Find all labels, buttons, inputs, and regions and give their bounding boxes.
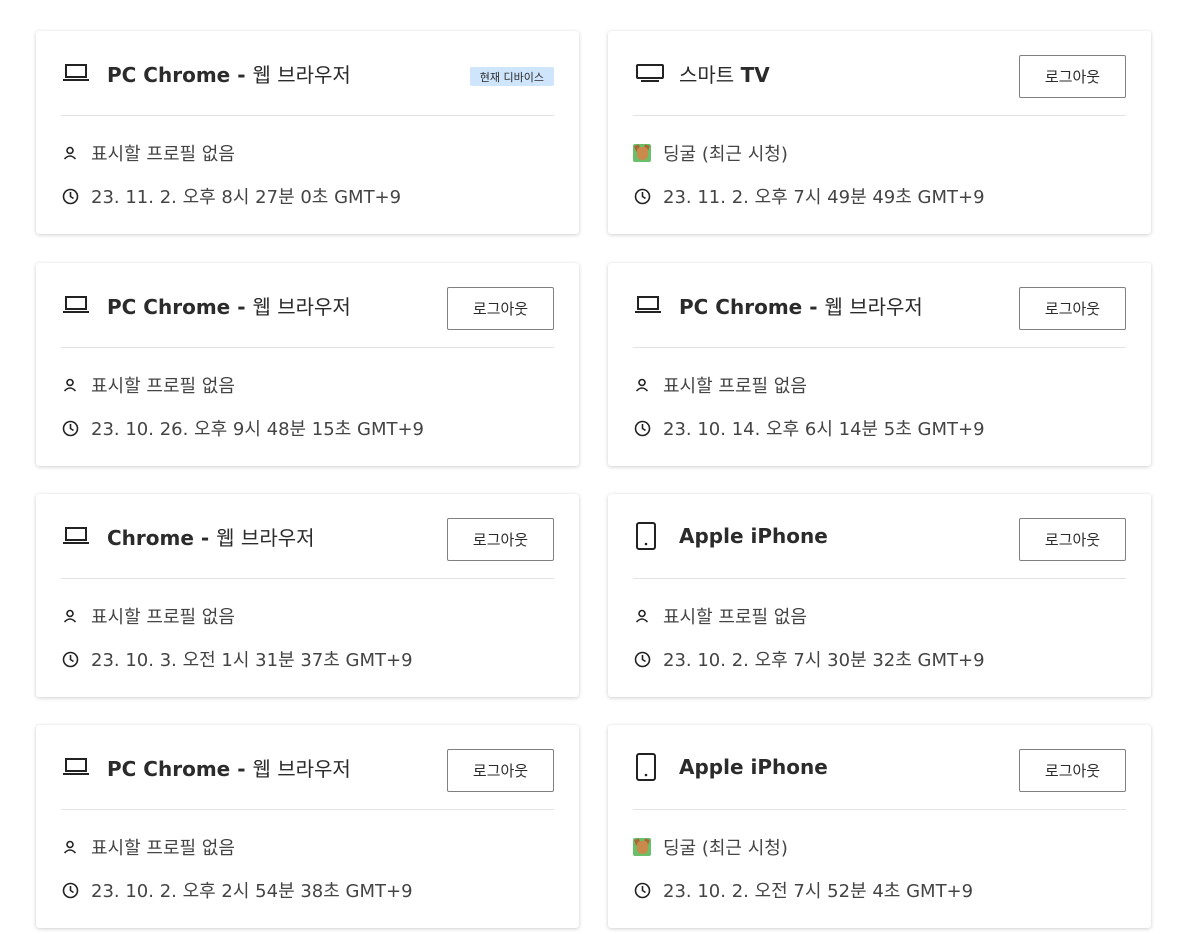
device-card: PC Chrome - 웹 브라우저 로그아웃 표시할 프로필 없음 23. 1…	[36, 725, 579, 928]
logout-button[interactable]: 로그아웃	[447, 749, 554, 792]
device-card-header: PC Chrome - 웹 브라우저 로그아웃	[633, 263, 1126, 348]
profile-row: 표시할 프로필 없음	[61, 603, 235, 629]
person-icon	[61, 838, 79, 856]
clock-icon	[633, 187, 651, 205]
profile-label: 딩굴 (최근 시청)	[663, 144, 788, 165]
current-device-badge: 현재 디바이스	[469, 67, 554, 86]
device-grid: PC Chrome - 웹 브라우저 현재 디바이스 표시할 프로필 없음 23…	[0, 0, 1179, 934]
device-card: Chrome - 웹 브라우저 로그아웃 표시할 프로필 없음 23. 10. …	[36, 494, 579, 697]
device-card: PC Chrome - 웹 브라우저 로그아웃 표시할 프로필 없음 23. 1…	[36, 263, 579, 466]
device-card: Apple iPhone 로그아웃 딩굴 (최근 시청) 23. 10. 2. …	[608, 725, 1151, 928]
device-title: Apple iPhone	[679, 524, 828, 548]
profile-row: 표시할 프로필 없음	[61, 372, 235, 398]
device-card-header: Apple iPhone 로그아웃	[633, 725, 1126, 810]
last-access-time: 23. 10. 2. 오후 2시 54분 38초 GMT+9	[91, 881, 413, 902]
device-title: PC Chrome - 웹 브라우저	[107, 294, 351, 319]
profile-row: 딩굴 (최근 시청)	[633, 140, 788, 166]
person-icon	[61, 607, 79, 625]
laptop-icon	[63, 58, 93, 88]
clock-icon	[61, 650, 79, 668]
clock-icon	[61, 187, 79, 205]
logout-button[interactable]: 로그아웃	[1019, 55, 1126, 98]
last-access-time: 23. 11. 2. 오후 8시 27분 0초 GMT+9	[91, 187, 402, 208]
logout-button[interactable]: 로그아웃	[447, 287, 554, 330]
device-card: PC Chrome - 웹 브라우저 현재 디바이스 표시할 프로필 없음 23…	[36, 31, 579, 234]
phone-icon	[635, 752, 665, 782]
device-card-header: PC Chrome - 웹 브라우저 로그아웃	[61, 725, 554, 810]
last-access-time: 23. 10. 2. 오전 7시 52분 4초 GMT+9	[663, 881, 974, 902]
phone-icon	[635, 521, 665, 551]
device-title: 스마트 TV	[679, 62, 770, 87]
profile-label: 표시할 프로필 없음	[663, 376, 807, 397]
clock-icon	[61, 881, 79, 899]
last-access-time: 23. 11. 2. 오후 7시 49분 49초 GMT+9	[663, 187, 985, 208]
device-card-header: PC Chrome - 웹 브라우저 로그아웃	[61, 263, 554, 348]
device-card-header: 스마트 TV 로그아웃	[633, 31, 1126, 116]
avatar-icon	[633, 144, 651, 162]
tv-icon	[635, 58, 665, 88]
time-row: 23. 10. 26. 오후 9시 48분 15초 GMT+9	[61, 415, 424, 441]
person-icon	[61, 376, 79, 394]
clock-icon	[61, 419, 79, 437]
clock-icon	[633, 419, 651, 437]
device-card: 스마트 TV 로그아웃 딩굴 (최근 시청) 23. 11. 2. 오후 7시 …	[608, 31, 1151, 234]
logout-button[interactable]: 로그아웃	[447, 518, 554, 561]
person-icon	[61, 144, 79, 162]
profile-row: 딩굴 (최근 시청)	[633, 834, 788, 860]
laptop-icon	[63, 290, 93, 320]
time-row: 23. 10. 2. 오전 7시 52분 4초 GMT+9	[633, 877, 973, 903]
profile-label: 표시할 프로필 없음	[91, 144, 235, 165]
device-title: PC Chrome - 웹 브라우저	[107, 756, 351, 781]
logout-button[interactable]: 로그아웃	[1019, 287, 1126, 330]
time-row: 23. 10. 14. 오후 6시 14분 5초 GMT+9	[633, 415, 985, 441]
last-access-time: 23. 10. 14. 오후 6시 14분 5초 GMT+9	[663, 419, 985, 440]
last-access-time: 23. 10. 3. 오전 1시 31분 37초 GMT+9	[91, 650, 413, 671]
time-row: 23. 11. 2. 오후 8시 27분 0초 GMT+9	[61, 183, 401, 209]
clock-icon	[633, 650, 651, 668]
logout-button[interactable]: 로그아웃	[1019, 518, 1126, 561]
profile-row: 표시할 프로필 없음	[633, 603, 807, 629]
profile-row: 표시할 프로필 없음	[633, 372, 807, 398]
device-card: Apple iPhone 로그아웃 표시할 프로필 없음 23. 10. 2. …	[608, 494, 1151, 697]
time-row: 23. 10. 2. 오후 7시 30분 32초 GMT+9	[633, 646, 985, 672]
profile-row: 표시할 프로필 없음	[61, 140, 235, 166]
clock-icon	[633, 881, 651, 899]
profile-row: 표시할 프로필 없음	[61, 834, 235, 860]
device-card: PC Chrome - 웹 브라우저 로그아웃 표시할 프로필 없음 23. 1…	[608, 263, 1151, 466]
device-card-header: Apple iPhone 로그아웃	[633, 494, 1126, 579]
device-card-header: Chrome - 웹 브라우저 로그아웃	[61, 494, 554, 579]
time-row: 23. 10. 2. 오후 2시 54분 38초 GMT+9	[61, 877, 413, 903]
device-title: Chrome - 웹 브라우저	[107, 525, 315, 550]
person-icon	[633, 376, 651, 394]
avatar-icon	[633, 838, 651, 856]
laptop-icon	[63, 521, 93, 551]
profile-label: 표시할 프로필 없음	[91, 607, 235, 628]
laptop-icon	[63, 752, 93, 782]
time-row: 23. 11. 2. 오후 7시 49분 49초 GMT+9	[633, 183, 985, 209]
laptop-icon	[635, 290, 665, 320]
device-title: Apple iPhone	[679, 755, 828, 779]
last-access-time: 23. 10. 26. 오후 9시 48분 15초 GMT+9	[91, 419, 424, 440]
profile-label: 표시할 프로필 없음	[663, 607, 807, 628]
profile-label: 표시할 프로필 없음	[91, 376, 235, 397]
profile-label: 딩굴 (최근 시청)	[663, 838, 788, 859]
time-row: 23. 10. 3. 오전 1시 31분 37초 GMT+9	[61, 646, 413, 672]
device-title: PC Chrome - 웹 브라우저	[107, 62, 351, 87]
logout-button[interactable]: 로그아웃	[1019, 749, 1126, 792]
device-title: PC Chrome - 웹 브라우저	[679, 294, 923, 319]
device-card-header: PC Chrome - 웹 브라우저 현재 디바이스	[61, 31, 554, 116]
profile-label: 표시할 프로필 없음	[91, 838, 235, 859]
person-icon	[633, 607, 651, 625]
last-access-time: 23. 10. 2. 오후 7시 30분 32초 GMT+9	[663, 650, 985, 671]
